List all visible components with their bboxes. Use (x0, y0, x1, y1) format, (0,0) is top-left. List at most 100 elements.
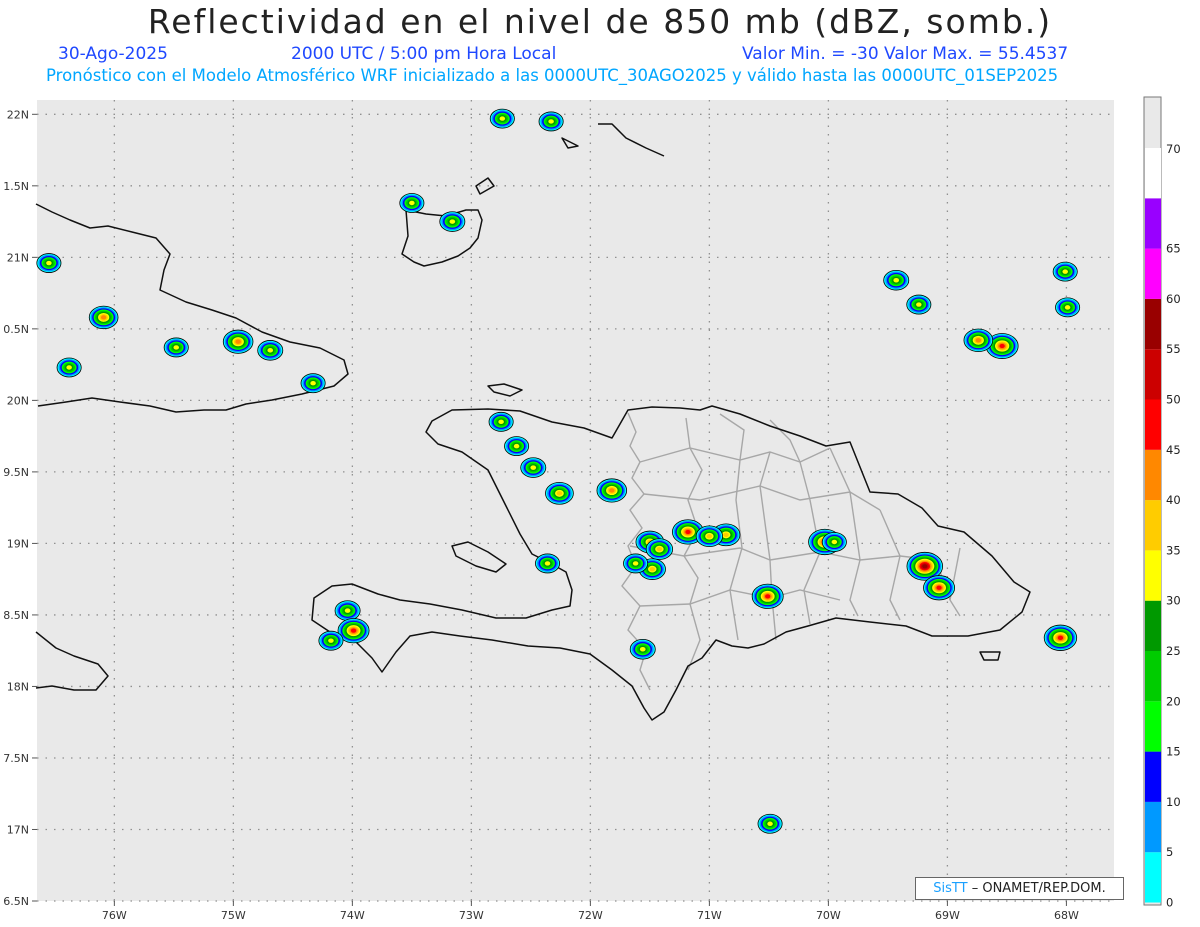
y-tick-label: 21N (7, 251, 29, 264)
credit-logo: SisTT (933, 881, 968, 896)
credit-box: SisTT – ONAMET/REP.DOM. (915, 877, 1124, 900)
reflectivity-ring (350, 628, 357, 633)
reflectivity-ring (831, 539, 838, 545)
colorbar-label: 50 (1166, 393, 1181, 407)
reflectivity-ring (639, 646, 646, 652)
colorbar-segment (1145, 198, 1161, 249)
reflectivity-cell (56, 357, 82, 378)
reflectivity-cell (821, 532, 847, 552)
x-tick-label: 76W (102, 909, 127, 922)
reflectivity-cell (520, 457, 547, 478)
reflectivity-ring (1062, 269, 1068, 274)
reflectivity-cell (300, 373, 326, 394)
colorbar-label: 60 (1166, 292, 1181, 306)
colorbar-label: 20 (1166, 694, 1181, 708)
x-tick-label: 72W (578, 909, 603, 922)
reflectivity-ring (548, 119, 554, 124)
x-tick-label: 74W (340, 909, 365, 922)
colorbar-segment (1145, 500, 1161, 551)
reflectivity-ring (656, 546, 663, 552)
reflectivity-ring (173, 345, 179, 350)
reflectivity-cell (695, 525, 724, 548)
colorbar-label: 45 (1166, 443, 1181, 457)
colorbar-label: 30 (1166, 594, 1181, 608)
reflectivity-cell (535, 553, 561, 574)
x-tick-label: 68W (1054, 909, 1079, 922)
colorbar-segment (1145, 801, 1161, 853)
reflectivity-ring (916, 302, 922, 307)
colorbar-segment (1145, 651, 1161, 702)
map-figure: 0 5 10 15 20 25 30 35 40 45 50 55 60 65 70 76W 75W 74W 73… (3, 96, 1181, 922)
y-tick-label: 19N (7, 537, 29, 550)
reflectivity-ring (893, 277, 900, 283)
credit-text: – ONAMET/REP.DOM. (971, 881, 1106, 896)
colorbar-segment (1145, 701, 1161, 752)
reflectivity-cell (488, 411, 514, 432)
y-tick-label: 9.5N (3, 466, 29, 479)
reflectivity-cell (596, 478, 628, 503)
reflectivity-cell (883, 269, 910, 291)
reflectivity-cell (439, 211, 466, 232)
reflectivity-cell (751, 583, 784, 609)
reflectivity-ring (685, 529, 691, 535)
colorbar-label: 10 (1166, 795, 1181, 809)
y-tick-label: 17N (7, 823, 29, 836)
reflectivity-ring (530, 465, 537, 470)
y-tick-label: 0.5N (3, 323, 29, 336)
colorbar-label: 65 (1166, 242, 1181, 256)
reflectivity-ring (66, 365, 72, 370)
reflectivity-cell (399, 193, 425, 213)
reflectivity-ring (765, 594, 771, 599)
reflectivity-ring (100, 315, 107, 320)
reflectivity-cell (257, 340, 284, 361)
reflectivity-cell (757, 813, 783, 834)
colorbar-label: 0 (1166, 896, 1173, 910)
y-tick-label: 6.5N (3, 895, 29, 908)
reflectivity-ring (609, 488, 615, 493)
y-tick-label: 7.5N (3, 752, 29, 765)
reflectivity-ring (723, 532, 729, 538)
colorbar-label: 55 (1166, 342, 1181, 356)
reflectivity-ring (556, 491, 563, 496)
reflectivity-ring (767, 821, 773, 826)
reflectivity-ring (513, 443, 520, 449)
reflectivity-cell (906, 294, 932, 315)
reflectivity-cell (489, 108, 515, 129)
reflectivity-cell (163, 337, 189, 358)
reflectivity-cell (1043, 624, 1078, 651)
reflectivity-ring (922, 564, 928, 569)
reflectivity-cell (334, 600, 361, 621)
reflectivity-cell (545, 482, 574, 505)
x-tick-label: 70W (816, 909, 841, 922)
reflectivity-cell (222, 329, 254, 354)
reflectivity-ring (936, 585, 942, 590)
reflectivity-cell (645, 538, 674, 560)
colorbar: 0 5 10 15 20 25 30 35 40 45 50 55 60 65 70 (1145, 142, 1181, 910)
reflectivity-ring (344, 608, 351, 613)
reflectivity-ring (975, 338, 982, 343)
x-axis-labels: 76W 75W 74W 73W 72W 71W 70W 69W 68W (102, 901, 1079, 922)
x-tick-label: 69W (935, 909, 960, 922)
colorbar-segment (1145, 751, 1161, 802)
reflectivity-cell (1052, 261, 1078, 282)
x-tick-label: 71W (697, 909, 722, 922)
map-background (37, 100, 1114, 901)
colorbar-segment (1145, 852, 1161, 903)
colorbar-segment (1145, 298, 1161, 350)
reflectivity-ring (46, 260, 52, 266)
colorbar-label: 70 (1166, 142, 1181, 156)
colorbar-segment (1145, 399, 1161, 450)
y-tick-label: 22N (7, 108, 29, 121)
reflectivity-ring (235, 339, 241, 344)
reflectivity-cell (88, 305, 119, 330)
colorbar-segment (1145, 449, 1161, 501)
reflectivity-cell (923, 575, 956, 601)
reflectivity-cell (538, 111, 564, 132)
reflectivity-ring (999, 343, 1005, 349)
reflectivity-ring (706, 534, 713, 539)
reflectivity-cell (623, 553, 649, 574)
reflectivity-ring (267, 348, 274, 353)
colorbar-label: 40 (1166, 493, 1181, 507)
x-tick-label: 73W (459, 909, 484, 922)
colorbar-segment (1145, 600, 1161, 651)
